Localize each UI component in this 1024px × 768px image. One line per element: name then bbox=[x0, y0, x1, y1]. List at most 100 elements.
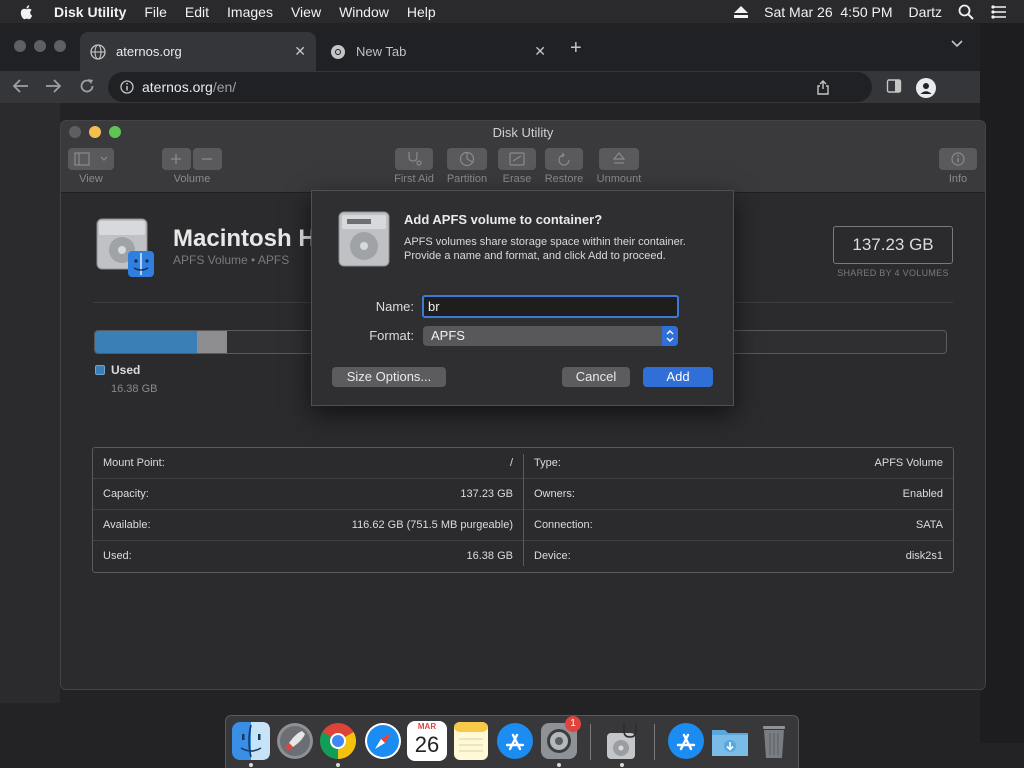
safari-compass-icon[interactable] bbox=[363, 721, 403, 761]
menu-user[interactable]: Dartz bbox=[909, 4, 942, 20]
volume-capacity-shared: SHARED BY 4 VOLUMES bbox=[837, 268, 949, 278]
tab-aternos[interactable]: aternos.org ✕ bbox=[80, 32, 316, 71]
notes-icon[interactable] bbox=[451, 721, 491, 761]
launchpad-rocket-icon[interactable] bbox=[275, 721, 315, 761]
view-button[interactable]: View bbox=[68, 148, 114, 185]
info-row-device: Device: disk2s1 bbox=[524, 541, 953, 572]
volume-name: Macintosh H bbox=[173, 225, 316, 252]
spotlight-search-icon[interactable] bbox=[958, 4, 974, 20]
info-value: disk2s1 bbox=[905, 550, 943, 562]
calendar-icon[interactable]: MAR 26 bbox=[407, 721, 447, 761]
control-center-icon[interactable] bbox=[990, 4, 1008, 19]
add-button[interactable]: Add bbox=[643, 367, 713, 387]
add-apfs-volume-sheet: Add APFS volume to container? APFS volum… bbox=[311, 190, 734, 406]
size-options-button[interactable]: Size Options... bbox=[332, 367, 446, 387]
info-value: 116.62 GB (751.5 MB purgeable) bbox=[351, 519, 513, 531]
reload-icon[interactable] bbox=[78, 77, 96, 95]
stethoscope-icon bbox=[408, 152, 422, 166]
menu-app-name[interactable]: Disk Utility bbox=[54, 4, 126, 20]
info-label: Info bbox=[948, 173, 968, 185]
eject-icon[interactable] bbox=[734, 5, 749, 18]
first-aid-button[interactable]: First Aid bbox=[391, 148, 437, 185]
menu-images[interactable]: Images bbox=[227, 4, 273, 20]
volume-info-table: Mount Point: / Capacity: 137.23 GB Avail… bbox=[92, 447, 954, 573]
unmount-button[interactable]: Unmount bbox=[591, 148, 647, 185]
disk-utility-stethoscope-icon[interactable] bbox=[602, 721, 642, 761]
unmount-label: Unmount bbox=[596, 173, 642, 185]
apple-menu-icon[interactable] bbox=[18, 3, 36, 21]
erase-label: Erase bbox=[502, 173, 532, 185]
sheet-message: APFS volumes share storage space within … bbox=[404, 236, 686, 262]
info-value: 137.23 GB bbox=[460, 488, 513, 500]
side-panel-icon[interactable] bbox=[886, 78, 902, 94]
menu-file[interactable]: File bbox=[144, 4, 167, 20]
menu-datetime[interactable]: Sat Mar 26 4:50 PM bbox=[764, 4, 892, 20]
info-key: Capacity: bbox=[103, 488, 149, 500]
partition-button[interactable]: Partition bbox=[444, 148, 490, 185]
volume-label: Volume bbox=[173, 173, 211, 185]
add-volume-button[interactable] bbox=[162, 148, 191, 170]
info-column-right: Type: APFS Volume Owners: Enabled Connec… bbox=[524, 448, 953, 572]
browser-minimize-light[interactable] bbox=[34, 40, 46, 52]
info-row-type: Type: APFS Volume bbox=[524, 448, 953, 479]
running-indicator bbox=[557, 763, 561, 767]
new-tab-plus-icon[interactable]: + bbox=[570, 37, 582, 60]
browser-close-light[interactable] bbox=[14, 40, 26, 52]
restore-button[interactable]: Restore bbox=[541, 148, 587, 185]
menu-window[interactable]: Window bbox=[339, 4, 389, 20]
chevron-down-icon bbox=[100, 156, 108, 161]
browser-zoom-light[interactable] bbox=[54, 40, 66, 52]
cancel-button[interactable]: Cancel bbox=[562, 367, 630, 387]
info-circle-icon[interactable] bbox=[120, 80, 134, 94]
usage-other-segment bbox=[197, 331, 227, 353]
menu-edit[interactable]: Edit bbox=[185, 4, 209, 20]
sheet-title: Add APFS volume to container? bbox=[404, 212, 603, 227]
remove-volume-button[interactable] bbox=[193, 148, 222, 170]
chevron-down-icon[interactable] bbox=[950, 39, 964, 49]
used-legend-swatch bbox=[95, 365, 105, 375]
finder-icon[interactable] bbox=[231, 721, 271, 761]
menu-view[interactable]: View bbox=[291, 4, 321, 20]
info-value: 16.38 GB bbox=[466, 550, 513, 562]
tab-new-tab[interactable]: New Tab ✕ bbox=[320, 32, 556, 71]
browser-toolbar: aternos.org/en/ bbox=[0, 71, 980, 103]
erase-button[interactable]: Erase bbox=[496, 148, 538, 185]
tab-title: New Tab bbox=[356, 44, 407, 59]
notification-badge: 1 bbox=[565, 716, 581, 732]
pie-partition-icon bbox=[459, 151, 475, 167]
address-bar[interactable]: aternos.org/en/ bbox=[108, 72, 872, 102]
info-key: Used: bbox=[103, 550, 132, 562]
downloads-folder-icon[interactable] bbox=[710, 721, 750, 761]
running-indicator bbox=[336, 763, 340, 767]
info-key: Mount Point: bbox=[103, 457, 165, 469]
select-stepper[interactable] bbox=[662, 326, 678, 346]
trash-icon[interactable] bbox=[754, 721, 794, 761]
info-column-left: Mount Point: / Capacity: 137.23 GB Avail… bbox=[93, 448, 523, 572]
back-arrow-icon[interactable] bbox=[12, 77, 30, 95]
used-legend-value: 16.38 GB bbox=[111, 383, 158, 395]
system-preferences-icon[interactable]: 1 bbox=[539, 716, 581, 761]
volume-name-input[interactable] bbox=[422, 295, 679, 318]
app-store-icon[interactable] bbox=[495, 721, 535, 761]
info-value: SATA bbox=[915, 519, 943, 531]
tab-close-icon[interactable]: ✕ bbox=[534, 43, 546, 60]
profile-avatar-icon[interactable] bbox=[916, 78, 936, 98]
info-value: APFS Volume bbox=[874, 457, 943, 469]
forward-arrow-icon[interactable] bbox=[44, 77, 62, 95]
applications-folder-icon[interactable] bbox=[666, 721, 706, 761]
format-select[interactable]: APFS bbox=[423, 326, 678, 346]
share-icon[interactable] bbox=[816, 79, 830, 95]
usage-used-segment bbox=[95, 331, 197, 353]
info-key: Owners: bbox=[534, 488, 575, 500]
tab-strip: aternos.org ✕ New Tab ✕ + bbox=[0, 23, 980, 71]
volume-subtitle: APFS Volume • APFS bbox=[173, 253, 290, 267]
name-field-label: Name: bbox=[375, 299, 414, 314]
info-row-capacity: Capacity: 137.23 GB bbox=[93, 479, 523, 510]
restore-arrow-icon bbox=[558, 152, 570, 166]
tab-close-icon[interactable]: ✕ bbox=[294, 43, 306, 60]
background-window-edge bbox=[980, 23, 1024, 743]
chrome-icon[interactable] bbox=[318, 721, 358, 761]
minus-icon bbox=[202, 158, 212, 160]
info-button[interactable]: Info bbox=[937, 148, 979, 185]
menu-help[interactable]: Help bbox=[407, 4, 436, 20]
